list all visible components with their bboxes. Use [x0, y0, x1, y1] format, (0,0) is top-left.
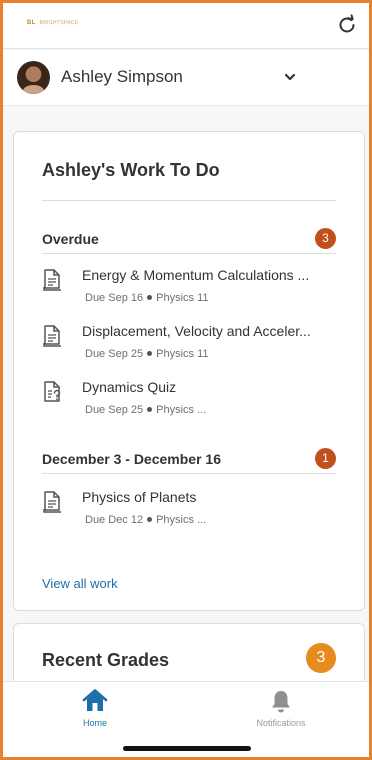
section-overdue-header: Overdue 3	[42, 228, 336, 254]
course-name: Physics ...	[156, 514, 207, 526]
divider	[42, 200, 336, 201]
logo-mark: BL	[27, 20, 36, 26]
overdue-count-badge: 3	[315, 228, 336, 249]
separator-dot	[147, 295, 153, 301]
work-item-title: Dynamics Quiz	[82, 379, 177, 395]
grades-count-badge: 3	[306, 643, 336, 673]
nav-home[interactable]: Home	[55, 688, 135, 728]
refresh-icon[interactable]	[335, 13, 359, 37]
user-name: Ashley Simpson	[61, 67, 183, 86]
bell-icon	[272, 691, 290, 713]
section-date-range-header: December 3 - December 16 1	[42, 448, 336, 474]
chevron-down-icon[interactable]	[283, 70, 297, 84]
work-item-title: Physics of Planets	[82, 489, 197, 505]
work-item-title: Energy & Momentum Calculations ...	[82, 267, 310, 283]
avatar	[17, 61, 50, 94]
logo-word: BRIGHTSPACE	[39, 20, 79, 26]
top-bar: BL BRIGHTSPACE	[3, 3, 369, 49]
course-name: Physics 11	[156, 292, 209, 304]
work-item[interactable]: Physics of Planets Due Dec 12 Physics ...	[42, 488, 336, 538]
assignment-icon	[43, 325, 61, 347]
work-card-title: Ashley's Work To Do	[42, 160, 220, 180]
nav-home-label: Home	[82, 718, 107, 728]
home-indicator[interactable]	[123, 746, 251, 751]
due-date: Due Dec 12	[85, 514, 144, 526]
course-name: Physics ...	[156, 404, 207, 416]
due-date: Due Sep 25	[85, 404, 144, 416]
app-frame: BL BRIGHTSPACE Ashley Simpson Ashley's W…	[0, 0, 372, 760]
work-item[interactable]: Dynamics Quiz Due Sep 25 Physics ...	[42, 378, 336, 428]
separator-dot	[147, 407, 153, 413]
work-item-meta: Due Sep 25 Physics 11	[85, 348, 208, 360]
nav-notifications-label: Notifications	[256, 718, 306, 728]
work-item-meta: Due Sep 16 Physics 11	[85, 292, 208, 304]
work-item-meta: Due Sep 25 Physics ...	[85, 404, 206, 416]
work-item[interactable]: Energy & Momentum Calculations ... Due S…	[42, 266, 336, 316]
section-label: December 3 - December 16	[42, 451, 221, 467]
recent-grades-title: Recent Grades	[42, 650, 170, 670]
home-icon	[82, 689, 108, 711]
bottom-nav: Home Notifications	[3, 681, 369, 757]
assignment-icon	[43, 269, 61, 291]
view-all-work-link[interactable]: View all work	[42, 576, 118, 591]
due-date: Due Sep 16	[85, 292, 144, 304]
course-name: Physics 11	[156, 348, 209, 360]
work-item-meta: Due Dec 12 Physics ...	[85, 514, 206, 526]
upcoming-count-badge: 1	[315, 448, 336, 469]
brightspace-logo: BL BRIGHTSPACE	[27, 20, 78, 26]
separator-dot	[147, 517, 153, 523]
nav-notifications[interactable]: Notifications	[241, 688, 321, 728]
quiz-icon	[44, 381, 61, 402]
section-label: Overdue	[42, 231, 99, 247]
assignment-icon	[43, 491, 61, 513]
separator-dot	[147, 351, 153, 357]
work-item-title: Displacement, Velocity and Acceler...	[82, 323, 311, 339]
due-date: Due Sep 25	[85, 348, 144, 360]
user-selector[interactable]: Ashley Simpson	[3, 50, 369, 106]
work-item[interactable]: Displacement, Velocity and Acceler... Du…	[42, 322, 336, 372]
work-to-do-card: Ashley's Work To Do Overdue 3 Energy & M…	[13, 131, 365, 611]
